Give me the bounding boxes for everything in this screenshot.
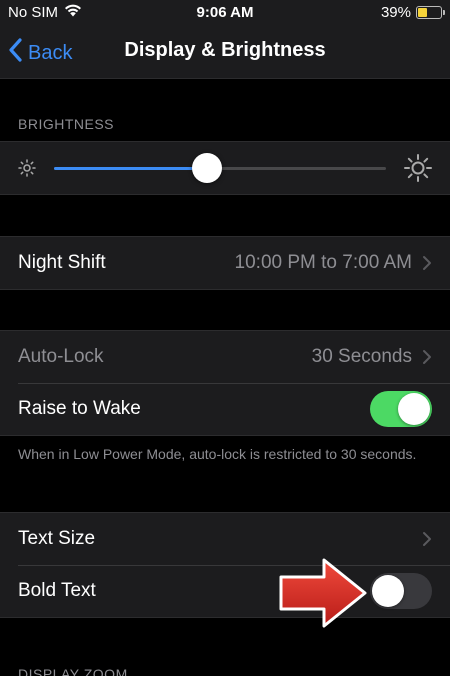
text-size-row[interactable]: Text Size — [0, 513, 450, 565]
toggle-knob — [372, 575, 404, 607]
lock-group: Auto-Lock 30 Seconds Raise to Wake — [0, 330, 450, 436]
chevron-right-icon — [422, 255, 432, 271]
sun-large-icon — [404, 154, 432, 187]
auto-lock-footer-note: When in Low Power Mode, auto-lock is res… — [18, 446, 417, 462]
brightness-header: BRIGHTNESS — [18, 116, 115, 132]
brightness-group — [0, 141, 450, 195]
display-zoom-header: DISPLAY ZOOM — [18, 666, 128, 676]
page-title: Display & Brightness — [124, 39, 326, 61]
status-right: 39% — [380, 4, 445, 21]
toggle-knob — [398, 393, 430, 425]
battery-fill — [418, 8, 428, 17]
text-size-label: Text Size — [18, 528, 96, 549]
battery-icon — [416, 6, 445, 19]
night-shift-value: 10:00 PM to 7:00 AM — [234, 252, 412, 273]
bold-text-label: Bold Text — [18, 580, 96, 601]
night-shift-group: Night Shift 10:00 PM to 7:00 AM — [0, 236, 450, 290]
sun-small-icon — [18, 159, 36, 182]
chevron-right-icon — [422, 531, 432, 547]
chevron-right-icon — [422, 349, 432, 365]
brightness-slider-row — [0, 142, 450, 194]
settings-screen: No SIM 9:06 AM 39% Back Display & Bright… — [0, 0, 450, 676]
auto-lock-row[interactable]: Auto-Lock 30 Seconds — [0, 331, 450, 383]
raise-to-wake-label: Raise to Wake — [18, 398, 141, 419]
navigation-bar: Back Display & Brightness — [0, 26, 450, 79]
bold-text-row: Bold Text — [0, 565, 450, 617]
brightness-slider-thumb[interactable] — [191, 153, 222, 183]
night-shift-label: Night Shift — [18, 252, 106, 273]
text-group: Text Size Bold Text — [0, 512, 450, 618]
night-shift-row[interactable]: Night Shift 10:00 PM to 7:00 AM — [0, 237, 450, 289]
status-bar: No SIM 9:06 AM 39% — [0, 0, 450, 26]
auto-lock-label: Auto-Lock — [18, 346, 104, 367]
brightness-slider[interactable] — [54, 153, 386, 183]
raise-to-wake-toggle[interactable] — [370, 391, 432, 427]
brightness-slider-fill — [54, 167, 207, 170]
raise-to-wake-row: Raise to Wake — [0, 383, 450, 435]
bold-text-toggle[interactable] — [370, 573, 432, 609]
battery-percent: 39% — [380, 4, 411, 21]
auto-lock-value: 30 Seconds — [311, 346, 412, 367]
